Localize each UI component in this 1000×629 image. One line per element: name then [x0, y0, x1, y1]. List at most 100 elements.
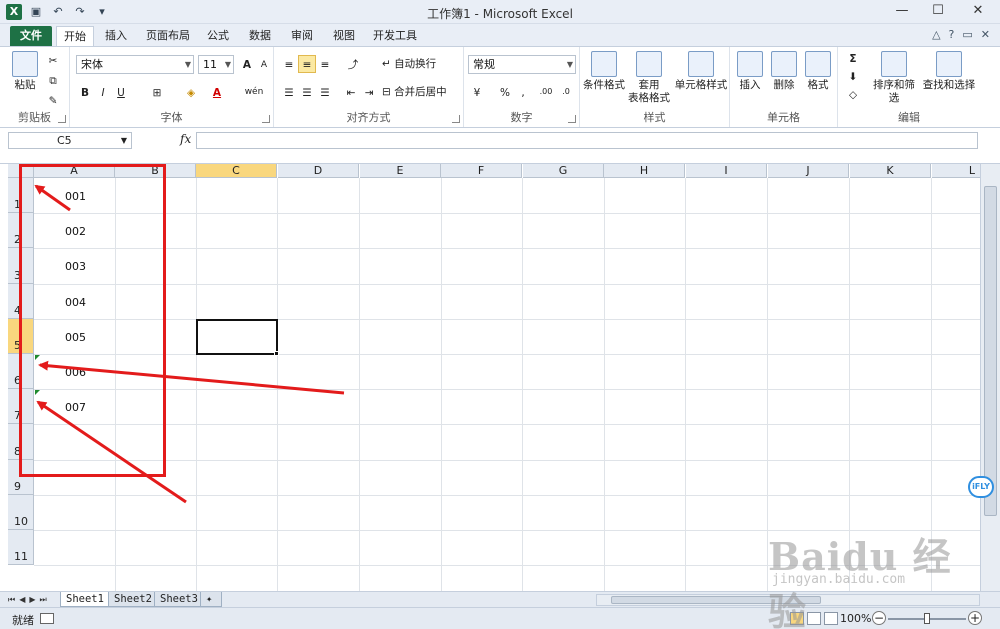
currency-icon[interactable]: ¥ — [468, 83, 486, 101]
ifly-badge[interactable]: iFLY — [968, 476, 994, 498]
format-as-table-button[interactable]: 套用 表格格式 — [626, 51, 672, 105]
collapse-ribbon-icon[interactable]: △ — [932, 28, 940, 41]
decrease-indent-icon[interactable]: ⇤ — [342, 83, 360, 101]
tab-review[interactable]: 审阅 — [286, 26, 318, 46]
decrease-decimal-button[interactable]: .0 — [556, 83, 576, 101]
sheet-nav: ⏮ ◀ ▶ ⏭ — [8, 593, 47, 606]
tab-insert[interactable]: 插入 — [100, 26, 132, 46]
clipboard-launcher-icon[interactable] — [58, 115, 66, 123]
italic-button[interactable]: I — [94, 83, 112, 101]
tab-view[interactable]: 视图 — [328, 26, 360, 46]
increase-decimal-button[interactable]: .00 — [536, 83, 556, 101]
cut-icon[interactable]: ✂ — [44, 51, 62, 69]
tab-developer[interactable]: 开发工具 — [368, 26, 422, 46]
phonetic-button[interactable]: wén — [240, 83, 268, 101]
find-select-button[interactable]: 查找和选择 — [922, 51, 976, 92]
prev-sheet-icon[interactable]: ◀ — [19, 593, 25, 606]
wrap-text-button[interactable]: ↵ 自动换行 — [382, 55, 442, 73]
restore-icon[interactable]: ▭ — [962, 28, 972, 41]
align-center-icon[interactable]: ☰ — [298, 83, 316, 101]
macro-record-icon[interactable] — [40, 613, 54, 624]
align-middle-icon[interactable]: ≡ — [298, 55, 316, 73]
help-icon[interactable]: ? — [949, 28, 955, 41]
column-header-h[interactable]: H — [604, 164, 685, 178]
cell-styles-button[interactable]: 单元格样式 — [674, 51, 728, 92]
number-label: 数字 — [510, 111, 533, 124]
new-sheet-icon[interactable]: ✦ — [200, 592, 222, 607]
tab-formulas[interactable]: 公式 — [202, 26, 234, 46]
percent-button[interactable]: % — [496, 83, 514, 101]
sheet-tab-3[interactable]: Sheet3 — [154, 592, 204, 607]
close-button[interactable]: ✕ — [956, 0, 1000, 24]
vertical-scroll-thumb[interactable] — [984, 186, 997, 516]
insert-function-button[interactable]: fx — [180, 132, 191, 146]
vertical-scrollbar[interactable] — [980, 164, 1000, 591]
format-painter-icon[interactable]: ✎ — [44, 91, 62, 109]
close-workbook-icon[interactable]: ✕ — [981, 28, 990, 41]
number-launcher-icon[interactable] — [568, 115, 576, 123]
border-icon[interactable]: ⊞ — [148, 83, 166, 101]
active-cell-border[interactable] — [196, 318, 278, 355]
column-header-d[interactable]: D — [278, 164, 359, 178]
tab-file[interactable]: 文件 — [10, 26, 52, 46]
insert-cells-button[interactable]: 插入 — [734, 51, 766, 92]
delete-cells-button[interactable]: 删除 — [768, 51, 800, 92]
conditional-format-button[interactable]: 条件格式 — [582, 51, 626, 92]
wrap-text-icon: ↵ — [382, 58, 395, 70]
group-styles: 条件格式 套用 表格格式 单元格样式 样式 — [580, 47, 730, 127]
tab-home[interactable]: 开始 — [56, 26, 94, 46]
column-header-j[interactable]: J — [768, 164, 849, 178]
maximize-button[interactable]: ☐ — [920, 0, 956, 24]
tab-data[interactable]: 数据 — [244, 26, 276, 46]
bold-button[interactable]: B — [76, 83, 94, 101]
column-header-i[interactable]: I — [686, 164, 767, 178]
group-font: 宋体 ▼ 11 ▼ A A B I U ⊞ ◈ A wén 字体 — [70, 47, 274, 127]
alignment-launcher-icon[interactable] — [452, 115, 460, 123]
orientation-icon[interactable]: ⤴ — [344, 55, 362, 73]
column-header-k[interactable]: K — [850, 164, 931, 178]
copy-icon[interactable]: ⧉ — [44, 71, 62, 89]
number-format-combo[interactable]: 常规 ▼ — [468, 55, 576, 74]
sheet-tab-1[interactable]: Sheet1 — [60, 592, 110, 607]
formula-input[interactable] — [196, 132, 978, 149]
align-bottom-icon[interactable]: ≡ — [316, 55, 334, 73]
column-header-l[interactable]: L — [932, 164, 980, 178]
merge-center-button[interactable]: ⊟ 合并后居中 — [382, 83, 458, 101]
name-box[interactable]: C5 ▼ — [8, 132, 132, 149]
grid-row-line — [34, 354, 980, 355]
font-launcher-icon[interactable] — [262, 115, 270, 123]
format-cells-button[interactable]: 格式 — [802, 51, 834, 92]
font-name-combo[interactable]: 宋体 ▼ — [76, 55, 194, 74]
align-right-icon[interactable]: ☰ — [316, 83, 334, 101]
next-sheet-icon[interactable]: ▶ — [29, 593, 35, 606]
column-header-g[interactable]: G — [523, 164, 604, 178]
column-header-e[interactable]: E — [360, 164, 441, 178]
grid-row-line — [34, 283, 980, 285]
paste-button[interactable]: 粘贴 — [8, 51, 42, 92]
sheet-tab-2[interactable]: Sheet2 — [108, 592, 158, 607]
font-size-combo[interactable]: 11 ▼ — [198, 55, 234, 74]
last-sheet-icon[interactable]: ⏭ — [40, 593, 47, 606]
sort-filter-button[interactable]: 排序和筛选 — [868, 51, 920, 105]
clear-icon[interactable]: ◇ — [844, 85, 862, 103]
comma-button[interactable]: , — [514, 83, 532, 101]
fill-icon[interactable]: ⬇ — [844, 67, 862, 85]
font-color-button[interactable]: A — [208, 83, 226, 101]
underline-button[interactable]: U — [112, 83, 130, 101]
column-header-c[interactable]: C — [196, 164, 277, 178]
minimize-button[interactable]: — — [884, 0, 920, 24]
shrink-font-button[interactable]: A — [255, 55, 273, 73]
fill-color-icon[interactable]: ◈ — [182, 83, 200, 101]
align-top-icon[interactable]: ≡ — [280, 55, 298, 73]
first-sheet-icon[interactable]: ⏮ — [8, 593, 15, 606]
row-header-10[interactable]: 10 — [8, 494, 34, 530]
column-header-f[interactable]: F — [441, 164, 522, 178]
row-header-11[interactable]: 11 — [8, 530, 34, 566]
fill-handle[interactable] — [274, 351, 279, 356]
autosum-button[interactable]: Σ — [844, 49, 862, 67]
grow-font-button[interactable]: A — [238, 55, 256, 73]
increase-indent-icon[interactable]: ⇥ — [360, 83, 378, 101]
align-left-icon[interactable]: ☰ — [280, 83, 298, 101]
tab-page-layout[interactable]: 页面布局 — [142, 26, 194, 46]
binoculars-icon — [936, 51, 962, 77]
